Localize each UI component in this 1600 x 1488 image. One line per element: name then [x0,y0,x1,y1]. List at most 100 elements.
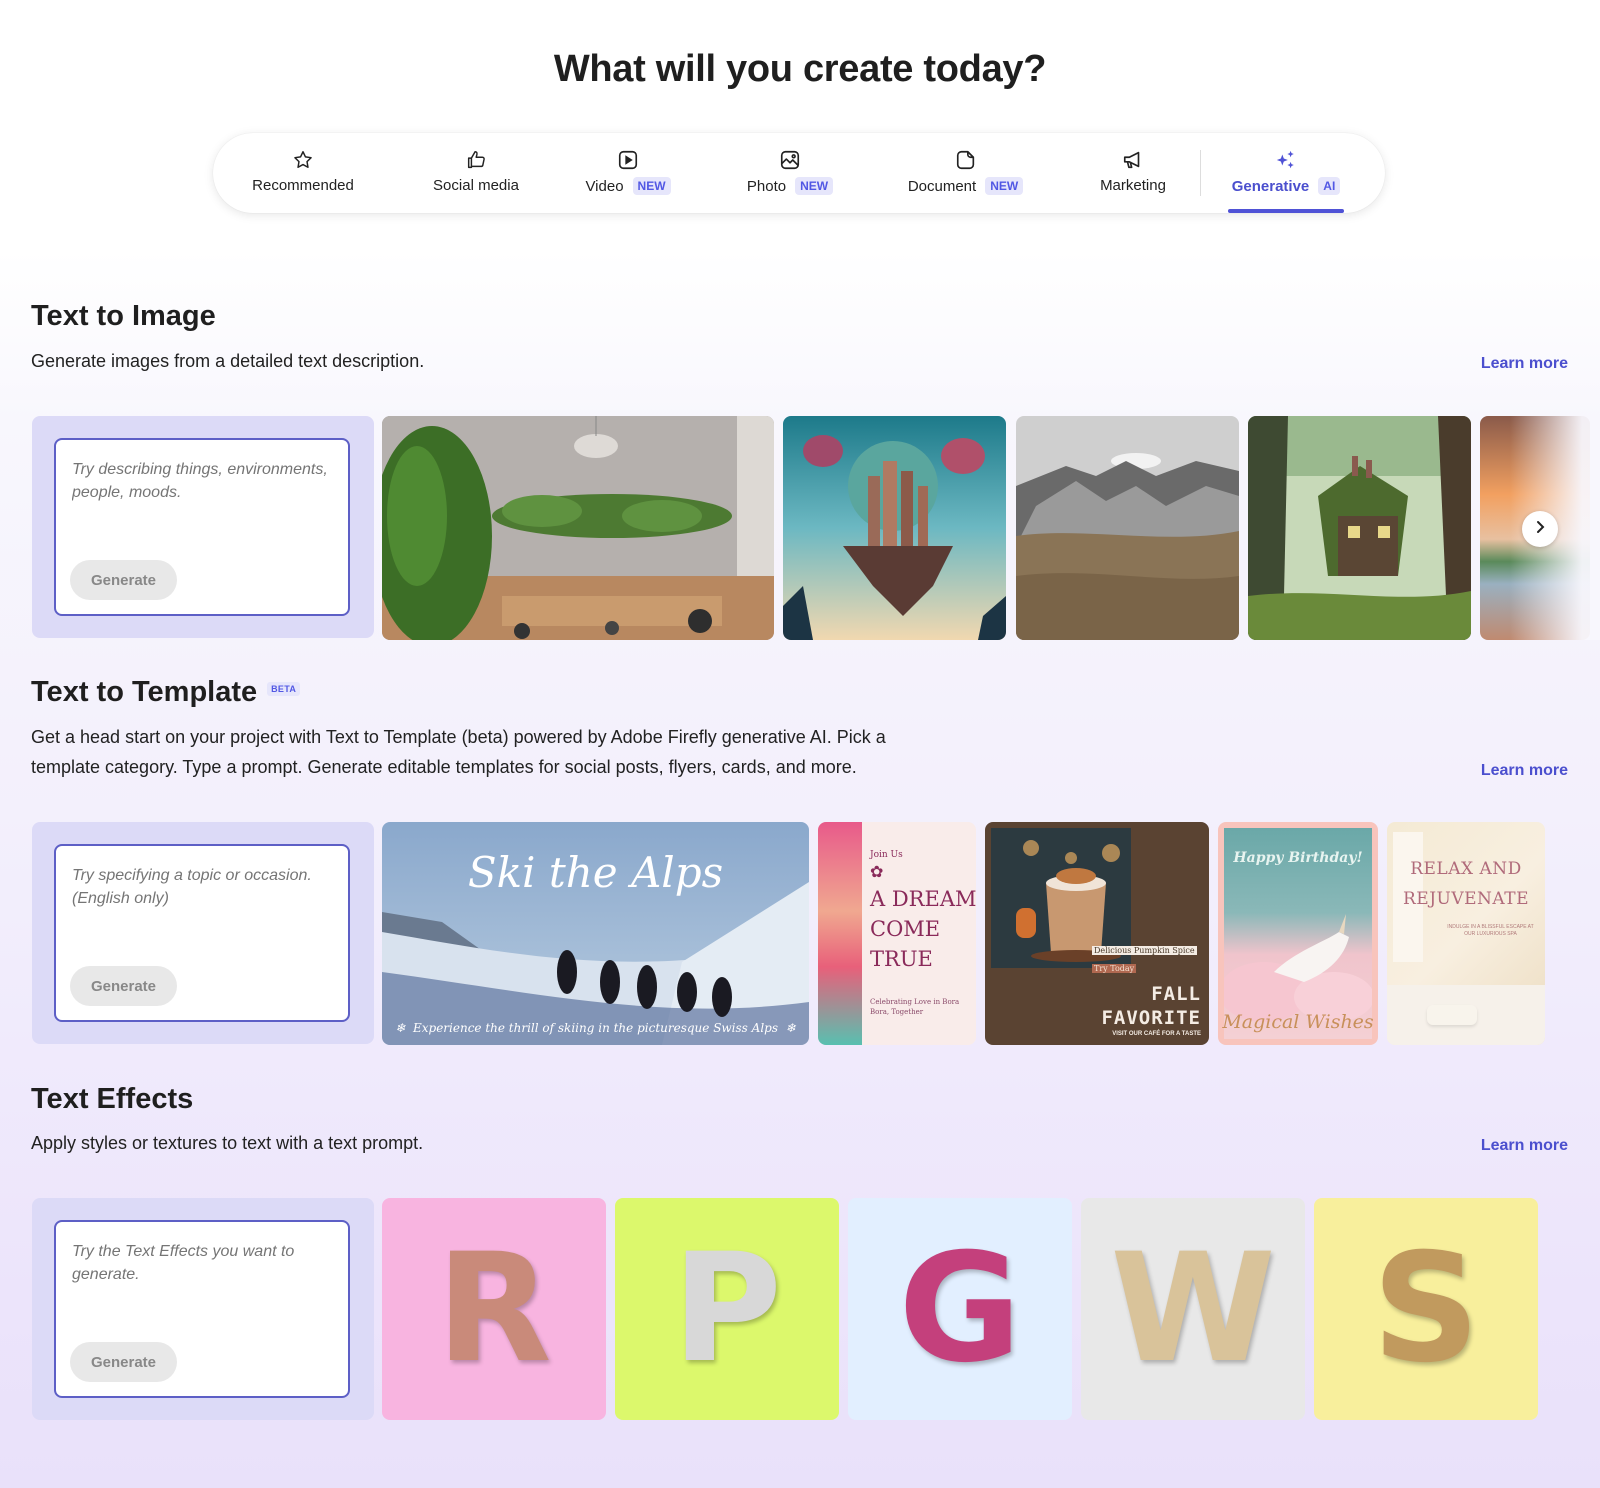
learn-more-link[interactable]: Learn more [1481,762,1568,780]
section-description: Generate images from a detailed text des… [31,351,425,371]
text-effect-card-w[interactable]: W [1081,1198,1305,1420]
document-icon [955,149,977,171]
example-image-plant-room[interactable] [382,416,774,640]
tab-label: Video [585,177,624,195]
text-effect-card-p[interactable]: P [615,1198,839,1420]
snowflake-icon: ❄ [785,1021,796,1035]
template-card-happy-birthday[interactable]: Happy Birthday! Magical Wishes [1218,822,1378,1045]
prompt-box: Generate [54,1220,350,1398]
prompt-box: Generate [54,844,350,1022]
template-title-line: TRUE [870,947,933,971]
template-caption: ❄ Experience the thrill of skiing in the… [382,1021,809,1035]
text-effect-card-g[interactable]: G [848,1198,1072,1420]
prompt-panel: Generate [32,822,374,1044]
text-effect-letter: R [436,1222,552,1396]
template-title: A DREAM COME TRUE [870,884,976,974]
template-title-line: FAVORITE [1101,1007,1201,1029]
generate-button[interactable]: Generate [70,1342,177,1382]
star-icon [292,149,314,171]
prompt-box: Generate [54,438,350,616]
template-card-relax-rejuvenate[interactable]: Relax and Rejuvenate Indulge in a blissf… [1387,822,1545,1045]
template-caption: VISIT OUR CAFÉ FOR A TASTE [1112,1031,1201,1037]
text-effect-letter: G [898,1222,1022,1396]
prompt-input[interactable] [72,864,332,944]
template-title: Happy Birthday! [1233,850,1363,866]
unicorn-illustration [1224,914,1372,1022]
prompt-input[interactable] [72,458,332,538]
template-card-ski-the-alps[interactable]: Ski the Alps ❄ Experience the thrill of … [382,822,809,1045]
tab-label: Marketing [1100,177,1166,194]
tab-label: Generative [1231,177,1310,195]
text-effect-letter: S [1371,1222,1481,1396]
image-icon [779,149,801,171]
example-image-treehouse-forest[interactable] [1248,416,1471,640]
tab-photo[interactable]: Photo NEW [745,143,835,205]
tab-label: Photo [746,177,787,195]
template-tag: Try Today [1092,964,1137,973]
template-title: Ski the Alps [467,848,724,897]
tab-label: Recommended [252,177,354,194]
section-description: Get a head start on your project with Te… [31,727,886,777]
template-eyebrow: Join Us [870,850,903,860]
ai-badge: AI [1318,177,1341,195]
example-image-floating-city[interactable] [783,416,1006,640]
new-badge: NEW [985,177,1024,195]
thumbs-up-icon [465,149,487,171]
learn-more-link[interactable]: Learn more [1481,1137,1568,1155]
megaphone-icon [1122,149,1144,171]
tab-label: Social media [433,177,519,194]
template-title-line: Relax and [1410,859,1522,879]
template-caption: Indulge in a blissful escape at our luxu… [1447,924,1534,937]
new-badge: NEW [795,177,834,195]
play-icon [617,149,639,171]
template-card-dream-come-true[interactable]: Join Us ✿ A DREAM COME TRUE Celebrating … [818,822,976,1045]
learn-more-link[interactable]: Learn more [1481,355,1568,373]
template-caption-text: Experience the thrill of skiing in the p… [412,1021,778,1035]
template-caption: Celebrating Love in Bora Bora, Together [870,998,960,1016]
prompt-input[interactable] [72,1240,332,1320]
template-title-line: A DREAM [870,887,976,911]
template-title-line: Rejuvenate [1402,889,1529,909]
beta-badge: BETA [267,682,301,696]
section-title: Text Effects [31,1083,194,1115]
template-caption: Magical Wishes [1222,1011,1374,1033]
prompt-panel: Generate [32,1198,374,1420]
sparkles-icon [1275,149,1297,171]
section-title: Text to Image [31,300,216,332]
tab-divider [1200,150,1201,196]
template-title-line: COME [870,917,941,941]
tab-video[interactable]: Video NEW [583,143,673,205]
new-badge: NEW [632,177,671,195]
template-title: FALL FAVORITE [1101,982,1201,1030]
text-effect-card-r[interactable]: R [382,1198,606,1420]
template-card-fall-favorite[interactable]: Delicious Pumpkin Spice Try Today FALL F… [985,822,1209,1045]
section-title-text: Text to Template [31,676,258,708]
tab-recommended[interactable]: Recommended [252,143,354,205]
template-title-line: FALL [1151,983,1201,1005]
towel [1427,1005,1477,1025]
tab-social-media[interactable]: Social media [426,143,526,205]
template-photo-strip [818,822,862,1045]
template-title: Relax and Rejuvenate [1387,854,1545,914]
section-title: Text to Template BETA [31,676,301,709]
template-tag: Delicious Pumpkin Spice [1092,946,1197,955]
snowflake-icon: ❄ [395,1021,406,1035]
chevron-right-icon [1533,520,1547,539]
text-effect-letter: P [672,1222,782,1396]
active-tab-indicator [1228,209,1344,213]
text-effect-letter: W [1110,1222,1276,1396]
example-image-mountain-landscape[interactable] [1016,416,1239,640]
tab-marketing[interactable]: Marketing [1093,143,1173,205]
generate-button[interactable]: Generate [70,560,177,600]
tab-generative-ai[interactable]: Generative AI [1228,143,1344,213]
flower-icon: ✿ [870,864,884,881]
prompt-panel: Generate [32,416,374,638]
generate-button[interactable]: Generate [70,966,177,1006]
tab-label: Document [907,177,977,195]
tab-document[interactable]: Document NEW [907,143,1024,205]
section-description: Apply styles or textures to text with a … [31,1133,424,1153]
carousel-next-button[interactable] [1522,511,1558,547]
page-title: What will you create today? [553,48,1047,90]
text-effect-card-s[interactable]: S [1314,1198,1538,1420]
category-tabbar: Recommended Social media Video NEW Photo… [213,133,1385,213]
